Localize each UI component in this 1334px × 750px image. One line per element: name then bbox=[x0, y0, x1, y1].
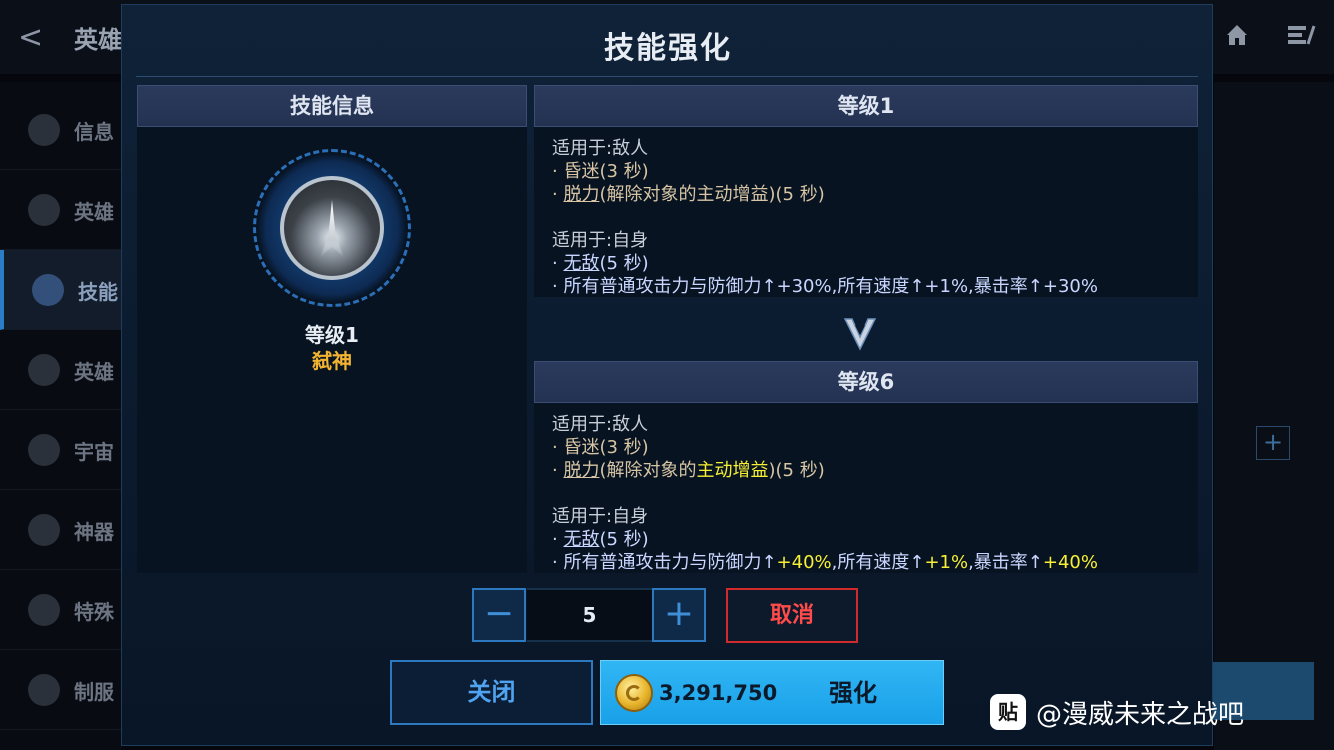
sidebar-item-label: 神器 bbox=[74, 520, 114, 544]
stat-buff-effect: · 所有普通攻击力与防御力↑+40%,所有速度↑+1%,暴击率↑+40% bbox=[552, 552, 1098, 573]
sidebar-item-hero[interactable]: 英雄 bbox=[0, 170, 121, 250]
hexagon-icon bbox=[28, 514, 60, 546]
next-desc-lines: 适用于:敌人 · 昏迷(3 秒) · 脱力(解除对象的主动增益)(5 秒) 适用… bbox=[552, 413, 1098, 573]
self-target-label: 适用于:自身 bbox=[552, 506, 649, 527]
sidebar-item-label: 特殊 bbox=[74, 600, 114, 624]
invincible-effect: · 无敌(5 秒) bbox=[552, 529, 649, 550]
gold-coin-icon bbox=[615, 674, 653, 712]
stun-effect: · 昏迷(3 秒) bbox=[552, 161, 649, 182]
sidebar-item-label: 技能 bbox=[78, 280, 118, 304]
hammer-icon bbox=[28, 194, 60, 226]
network-icon bbox=[28, 354, 60, 386]
tieba-logo-icon: 贴 bbox=[990, 694, 1026, 730]
sidebar-item-label: 宇宙 bbox=[74, 440, 114, 464]
sidebar-item-label: 英雄 bbox=[74, 200, 114, 224]
sidebar-item-label: 英雄 bbox=[74, 360, 114, 384]
background-title: 英雄 bbox=[74, 26, 122, 54]
increase-level-button[interactable]: + bbox=[652, 588, 706, 642]
close-button[interactable]: 关闭 bbox=[390, 660, 593, 725]
upgrade-button[interactable]: 3,291,750 强化 bbox=[600, 660, 944, 725]
skill-info-panel: 等级1 弑神 bbox=[137, 127, 527, 573]
stat-buff-effect: · 所有普通攻击力与防御力↑+30%,所有速度↑+1%,暴击率↑+30% bbox=[552, 276, 1098, 297]
sidebar-item-label: 信息 bbox=[74, 120, 114, 144]
menu-icon[interactable] bbox=[1286, 22, 1316, 48]
skill-info-header: 技能信息 bbox=[137, 85, 527, 127]
sidebar-item-special[interactable]: 特殊 bbox=[0, 570, 121, 650]
sidebar-item-artifact[interactable]: 神器 bbox=[0, 490, 121, 570]
decrease-level-button[interactable]: − bbox=[472, 588, 526, 642]
add-button[interactable]: + bbox=[1256, 426, 1290, 460]
skill-name: 弑神 bbox=[312, 349, 352, 373]
next-level-header: 等级6 bbox=[534, 361, 1198, 403]
fist-icon bbox=[32, 274, 64, 306]
drain-effect: · 脱力(解除对象的主动增益)(5 秒) bbox=[552, 460, 825, 481]
cancel-button[interactable]: 取消 bbox=[726, 588, 858, 643]
next-level-description: 适用于:敌人 · 昏迷(3 秒) · 脱力(解除对象的主动增益)(5 秒) 适用… bbox=[534, 403, 1198, 573]
background-sidebar: 信息 英雄 技能 英雄 宇宙 神器 特殊 制服 bbox=[0, 82, 121, 750]
skull-icon bbox=[28, 114, 60, 146]
back-arrow-icon[interactable]: < bbox=[18, 20, 43, 55]
sidebar-item-uniform[interactable]: 制服 bbox=[0, 650, 121, 730]
watermark: 贴 @漫威未来之战吧 bbox=[990, 692, 1244, 732]
upgrade-cost: 3,291,750 bbox=[659, 681, 778, 705]
drain-effect: · 脱力(解除对象的主动增益)(5 秒) bbox=[552, 184, 825, 205]
self-target-label: 适用于:自身 bbox=[552, 230, 649, 251]
watermark-text: @漫威未来之战吧 bbox=[1036, 699, 1245, 730]
sidebar-item-skill[interactable]: 技能 bbox=[0, 250, 121, 330]
home-icon[interactable] bbox=[1224, 22, 1250, 48]
enemy-target-label: 适用于:敌人 bbox=[552, 414, 649, 435]
current-level-header: 等级1 bbox=[534, 85, 1198, 127]
skill-burst-icon bbox=[280, 176, 384, 280]
chevron-down-icon bbox=[843, 318, 877, 351]
invincible-effect: · 无敌(5 秒) bbox=[552, 253, 649, 274]
sidebar-item-info[interactable]: 信息 bbox=[0, 90, 121, 170]
upgrade-label: 强化 bbox=[829, 679, 877, 707]
gamepad-icon bbox=[28, 674, 60, 706]
skill-icon-frame bbox=[253, 149, 411, 307]
sidebar-item-hero-2[interactable]: 英雄 bbox=[0, 330, 121, 410]
stun-effect: · 昏迷(3 秒) bbox=[552, 437, 649, 458]
sidebar-item-label: 制服 bbox=[74, 680, 114, 704]
crystal-icon bbox=[28, 434, 60, 466]
figure-icon bbox=[28, 594, 60, 626]
title-divider bbox=[136, 76, 1198, 77]
current-desc-lines: 适用于:敌人 · 昏迷(3 秒) · 脱力(解除对象的主动增益)(5 秒) 适用… bbox=[552, 137, 1098, 297]
level-count-value: 5 bbox=[527, 588, 652, 642]
enemy-target-label: 适用于:敌人 bbox=[552, 138, 649, 159]
skill-level-label: 等级1 bbox=[305, 323, 359, 347]
sidebar-item-cosmic[interactable]: 宇宙 bbox=[0, 410, 121, 490]
current-level-description: 适用于:敌人 · 昏迷(3 秒) · 脱力(解除对象的主动增益)(5 秒) 适用… bbox=[534, 127, 1198, 297]
background-right-panel bbox=[1214, 82, 1334, 750]
dialog-title: 技能强化 bbox=[604, 31, 732, 66]
